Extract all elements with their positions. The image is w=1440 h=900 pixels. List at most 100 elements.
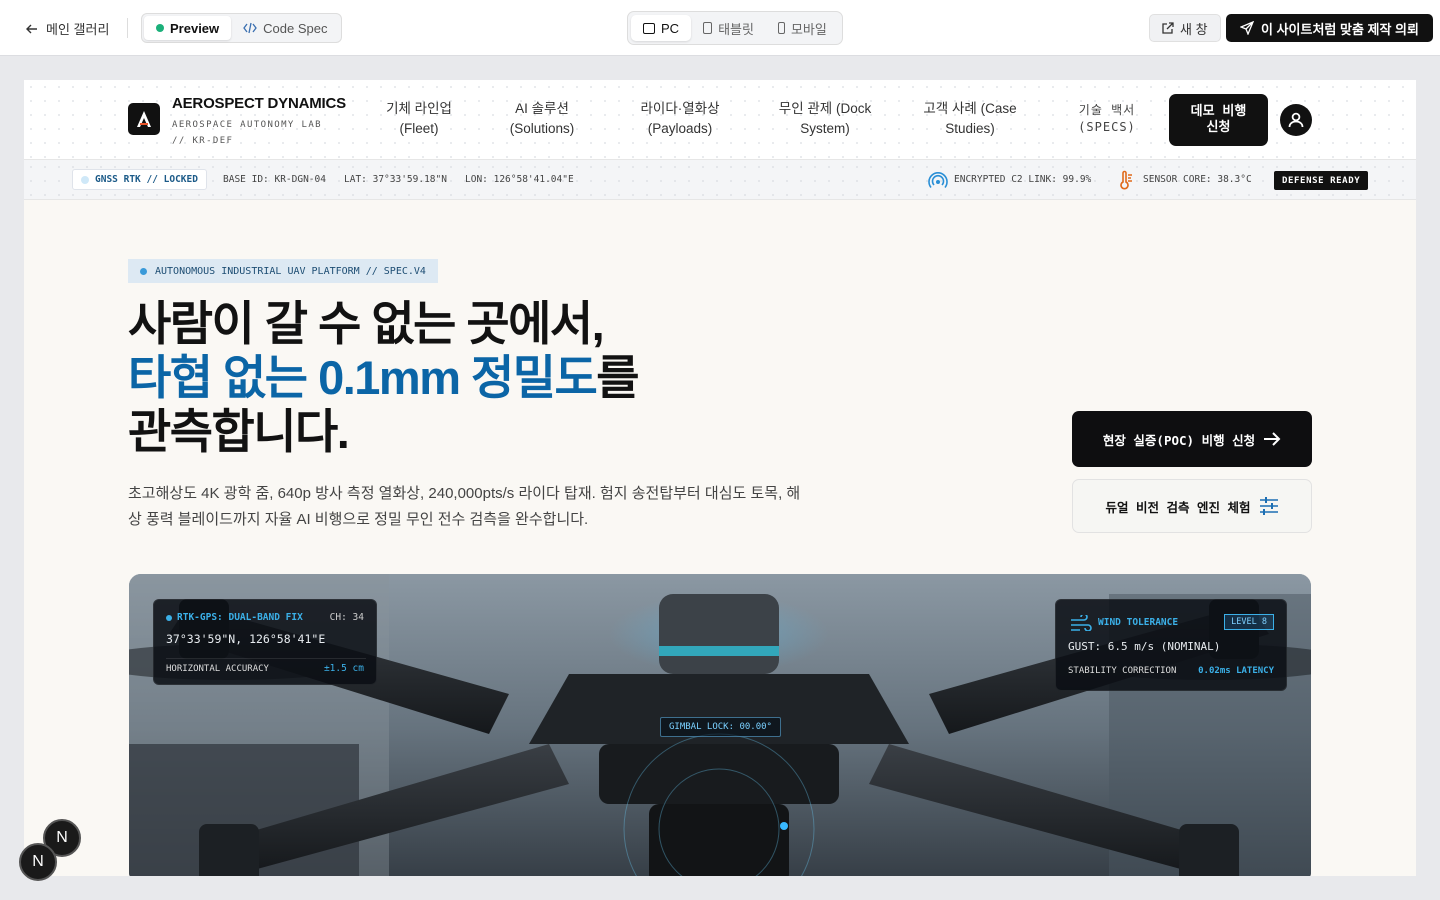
brand-sub-line2: // KR-DEF [172, 136, 234, 146]
hero-description: 초고해상도 4K 광학 줌, 640p 방사 측정 열화상, 240,000pt… [128, 485, 801, 528]
dual-vision-label: 듀얼 비전 검측 엔진 체험 [1105, 499, 1251, 515]
hero-headline: 사람이 갈 수 없는 곳에서, 타협 없는 0.1mm 정밀도를 관측합니다. [128, 297, 640, 459]
gnss-status-badge: GNSS RTK // LOCKED [72, 169, 207, 190]
status-dot-icon [81, 175, 89, 184]
hud-divider [166, 658, 366, 659]
user-account-button[interactable] [1280, 104, 1312, 136]
nav-sublabel: System) [800, 121, 850, 136]
brand-name[interactable]: AEROSPECT DYNAMICS [172, 95, 346, 112]
device-tablet-label: 태블릿 [718, 21, 754, 37]
gnss-label: GNSS RTK // LOCKED [95, 174, 198, 185]
tag-dot-icon [140, 267, 147, 275]
open-new-window-button[interactable]: 새 창 [1149, 14, 1221, 42]
nav-label: 기체 라인업 [386, 101, 452, 116]
arrow-left-icon [26, 24, 37, 33]
external-link-icon [1162, 22, 1174, 34]
rtk-coords: 37°33'59"N, 126°58'41"E [166, 632, 326, 646]
defense-ready-badge: DEFENSE READY [1274, 171, 1369, 190]
longitude: LON: 126°58'41.04"E [465, 174, 574, 185]
nav-label: AI 솔루션 [515, 101, 569, 116]
headline-line2-rest: 를 [596, 351, 639, 404]
thermometer-icon [1120, 170, 1132, 190]
send-icon [1240, 21, 1254, 35]
rtk-channel: CH: 34 [329, 612, 364, 623]
drone-hero-image: RTK-GPS: DUAL-BAND FIX CH: 34 37°33'59"N… [129, 574, 1311, 876]
platform-tag-label: AUTONOMOUS INDUSTRIAL UAV PLATFORM // SP… [155, 265, 426, 277]
user-icon [1288, 112, 1304, 128]
view-mode-toggle: Preview Code Spec [141, 13, 343, 43]
wind-icon [1071, 615, 1092, 631]
latitude: LAT: 37°33'59.18"N [344, 174, 447, 185]
accuracy-value: ±1.5 cm [323, 663, 364, 674]
headline-highlight: 타협 없는 0.1mm 정밀도 [128, 351, 598, 404]
nav-item-case-studies[interactable]: 고객 사례 (Case Studies) [910, 99, 1030, 139]
nav-label: 무인 관제 (Dock [778, 101, 872, 116]
wind-gust: GUST: 6.5 m/s (NOMINAL) [1068, 640, 1221, 653]
back-to-gallery-link[interactable]: 메인 갤러리 [26, 19, 109, 38]
rtk-title-row: RTK-GPS: DUAL-BAND FIX [166, 612, 303, 623]
headline-line1: 사람이 갈 수 없는 곳에서, [128, 297, 605, 350]
back-label: 메인 갤러리 [46, 22, 110, 37]
headline-line2: 타협 없는 0.1mm 정밀도를 [128, 351, 640, 405]
device-tablet-button[interactable]: 태블릿 [691, 15, 766, 41]
divider [127, 18, 128, 38]
sliders-icon [1259, 497, 1278, 515]
demo-label-line1: 데모 비행 [1190, 104, 1247, 119]
preview-label: Preview [170, 20, 220, 36]
device-pc-label: PC [661, 20, 680, 36]
new-window-label: 새 창 [1180, 21, 1208, 37]
tablet-icon [703, 22, 713, 34]
stability-label: STABILITY CORRECTION [1068, 666, 1177, 676]
nav-item-fleet[interactable]: 기체 라인업 (Fleet) [374, 99, 464, 139]
active-dot-icon [156, 24, 164, 32]
demo-flight-button[interactable]: 데모 비행 신청 [1169, 94, 1268, 146]
accuracy-label: HORIZONTAL ACCURACY [166, 664, 269, 674]
preview-tab[interactable]: Preview [144, 16, 232, 40]
rtk-gps-hud: RTK-GPS: DUAL-BAND FIX CH: 34 37°33'59"N… [153, 599, 377, 685]
device-mobile-button[interactable]: 모바일 [766, 15, 839, 41]
nav-sublabel: (SPECS) [1078, 120, 1136, 134]
poc-flight-request-button[interactable]: 현장 실증(POC) 비행 신청 [1072, 411, 1312, 467]
rtk-title: RTK-GPS: DUAL-BAND FIX [177, 612, 303, 623]
nav-sublabel: (Fleet) [399, 121, 439, 136]
dual-vision-demo-button[interactable]: 듀얼 비전 검측 엔진 체험 [1072, 479, 1312, 533]
sensor-core-temp: SENSOR CORE: 38.3°C [1143, 174, 1252, 185]
arrow-right-icon [1264, 432, 1281, 446]
live-dot-icon [166, 614, 172, 621]
device-mobile-label: 모바일 [790, 21, 827, 37]
stability-value: 0.02ms LATENCY [1198, 666, 1274, 676]
nav-sublabel: (Payloads) [647, 121, 713, 136]
floating-assistant-button[interactable]: N [19, 843, 57, 881]
brand-subtitle: AEROSPACE AUTONOMY LAB // KR-DEF [172, 117, 352, 149]
code-spec-tab[interactable]: Code Spec [231, 16, 339, 40]
nav-sublabel: Studies) [945, 121, 995, 136]
device-switcher: PC 태블릿 모바일 [627, 11, 843, 45]
nav-item-payloads[interactable]: 라이다·열화상 (Payloads) [628, 99, 732, 139]
nav-item-specs[interactable]: 기술 백서 (SPECS) [1060, 102, 1154, 136]
headline-line3: 관측합니다. [128, 405, 350, 458]
mobile-icon [777, 22, 785, 34]
site-header: AEROSPECT DYNAMICS AEROSPACE AUTONOMY LA… [24, 80, 1416, 160]
site-preview-frame: AEROSPECT DYNAMICS AEROSPACE AUTONOMY LA… [24, 80, 1416, 876]
wind-title: WIND TOLERANCE [1098, 617, 1179, 628]
demo-label-line2: 신청 [1206, 120, 1231, 135]
commission-request-button[interactable]: 이 사이트처럼 맞춤 제작 의뢰 [1226, 14, 1433, 42]
brand-sub-line1: AEROSPACE AUTONOMY LAB [172, 120, 323, 130]
nav-sublabel: (Solutions) [509, 121, 575, 136]
commission-label: 이 사이트처럼 맞춤 제작 의뢰 [1261, 21, 1419, 37]
device-pc-button[interactable]: PC [631, 15, 692, 41]
nav-item-dock-system[interactable]: 무인 관제 (Dock System) [764, 99, 886, 139]
platform-tag: AUTONOMOUS INDUSTRIAL UAV PLATFORM // SP… [128, 259, 438, 283]
nav-item-solutions[interactable]: AI 솔루션 (Solutions) [496, 99, 588, 139]
nav-label: 라이다·열화상 [640, 101, 720, 116]
gimbal-lock-readout: GIMBAL LOCK: 00.00° [660, 717, 781, 737]
nav-label: 고객 사례 (Case [923, 101, 1017, 116]
telemetry-status-bar: GNSS RTK // LOCKED BASE ID: KR-DGN-04 LA… [24, 160, 1416, 200]
wind-tolerance-hud: WIND TOLERANCE LEVEL 8 GUST: 6.5 m/s (NO… [1055, 599, 1287, 691]
wind-level-badge: LEVEL 8 [1224, 614, 1274, 630]
brand-logo-icon[interactable] [128, 103, 160, 135]
monitor-icon [643, 22, 655, 34]
code-spec-label: Code Spec [263, 20, 328, 36]
poc-button-label: 현장 실증(POC) 비행 신청 [1102, 432, 1256, 448]
preview-toolbar: 메인 갤러리 Preview Code Spec PC 태블릿 모바일 새 창 [0, 0, 1440, 56]
